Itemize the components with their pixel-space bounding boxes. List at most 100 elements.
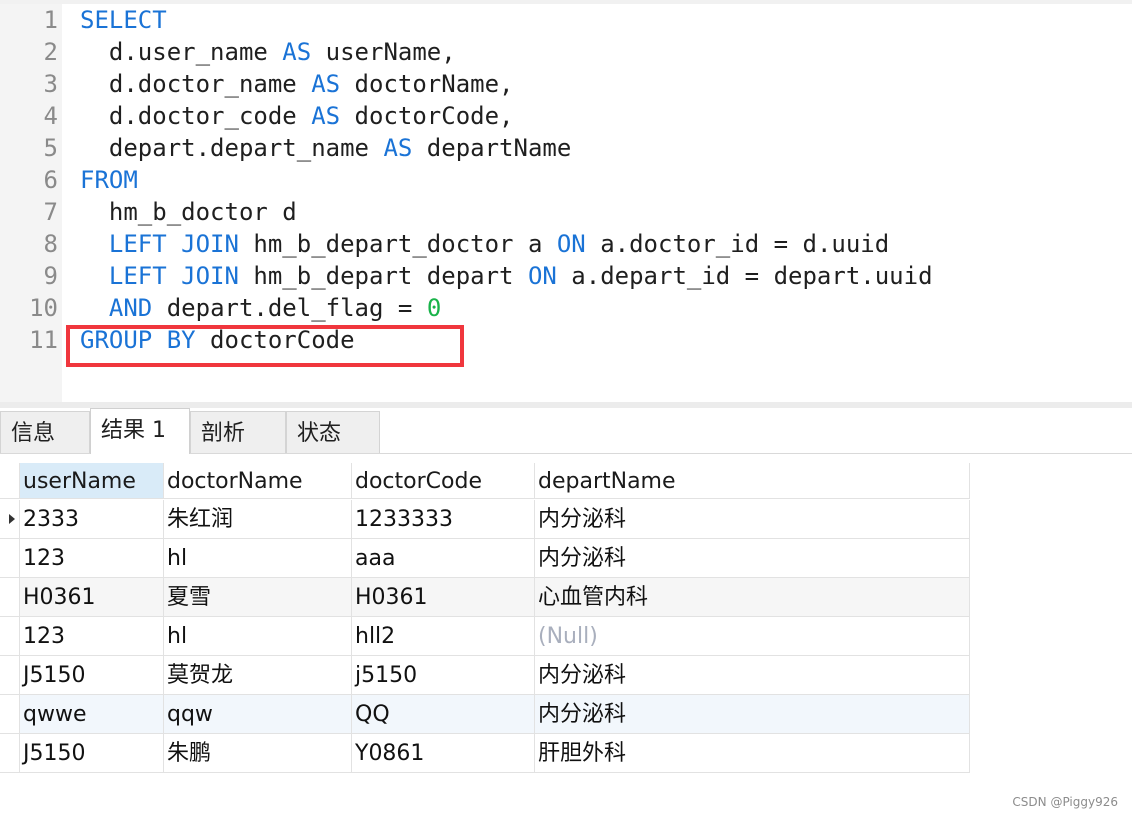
cell-userName[interactable]: H0361	[20, 578, 164, 617]
line-number: 7	[43, 198, 58, 226]
row-indicator[interactable]	[0, 500, 20, 539]
code-line[interactable]: 5 depart.depart_name AS departName	[0, 132, 1132, 164]
code-text: d.user_name AS userName,	[80, 36, 456, 68]
code-line[interactable]: 3 d.doctor_name AS doctorName,	[0, 68, 1132, 100]
code-line[interactable]: 6 FROM	[0, 164, 1132, 196]
cell-doctorCode[interactable]: Y0861	[352, 734, 535, 773]
cell-doctorName[interactable]: hl	[164, 539, 352, 578]
table-row[interactable]: J5150 莫贺龙 j5150 内分泌科	[0, 656, 970, 695]
cell-departName[interactable]: 内分泌科	[535, 500, 970, 539]
cell-doctorCode[interactable]: QQ	[352, 695, 535, 734]
code-line[interactable]: 2 d.user_name AS userName,	[0, 36, 1132, 68]
current-row-arrow-icon	[9, 514, 15, 524]
sql-token: d.doctor_code	[80, 102, 312, 130]
sql-token: userName,	[311, 38, 456, 66]
line-number: 8	[43, 230, 58, 258]
cell-doctorName[interactable]: 朱鹏	[164, 734, 352, 773]
code-text: depart.depart_name AS departName	[80, 132, 571, 164]
tab-result-1[interactable]: 结果 1	[90, 408, 190, 454]
table-row[interactable]: J5150 朱鹏 Y0861 肝胆外科	[0, 734, 970, 773]
grid-header-row: userName doctorName doctorCode departName	[0, 463, 970, 502]
table-row[interactable]: 123 hl hll2 (Null)	[0, 617, 970, 656]
cell-doctorName[interactable]: hl	[164, 617, 352, 656]
code-line[interactable]: 4 d.doctor_code AS doctorCode,	[0, 100, 1132, 132]
table-row[interactable]: 123 hl aaa 内分泌科	[0, 539, 970, 578]
tab-status[interactable]: 状态	[286, 411, 380, 453]
cell-doctorName[interactable]: qqw	[164, 695, 352, 734]
column-header-departName[interactable]: departName	[535, 463, 970, 499]
code-text: FROM	[80, 164, 138, 196]
cell-doctorCode[interactable]: H0361	[352, 578, 535, 617]
cell-departName[interactable]: 内分泌科	[535, 695, 970, 734]
line-number: 4	[43, 102, 58, 130]
sql-token: a.doctor_id = d.uuid	[585, 230, 890, 258]
cell-userName[interactable]: J5150	[20, 656, 164, 695]
sql-keyword: LEFT JOIN	[108, 262, 239, 290]
cell-departName[interactable]: (Null)	[535, 617, 970, 656]
row-indicator[interactable]	[0, 734, 20, 773]
code-text: AND depart.del_flag = 0	[80, 292, 441, 324]
line-number: 11	[29, 326, 58, 354]
line-number: 5	[43, 134, 58, 162]
sql-keyword: ON	[527, 262, 557, 290]
table-row[interactable]: H0361 夏雪 H0361 心血管内科	[0, 578, 970, 617]
tab-profile[interactable]: 剖析	[190, 411, 286, 453]
table-row[interactable]: qwwe qqw QQ 内分泌科	[0, 695, 970, 734]
code-line[interactable]: 1 SELECT	[0, 4, 1132, 36]
row-indicator[interactable]	[0, 578, 20, 617]
cell-departName[interactable]: 肝胆外科	[535, 734, 970, 773]
sql-token: a.depart_id = depart.uuid	[556, 262, 933, 290]
cell-userName[interactable]: 123	[20, 617, 164, 656]
sql-editor[interactable]: 1 SELECT 2 d.user_name AS userName, 3 d.doc…	[0, 0, 1132, 402]
cell-doctorCode[interactable]: hll2	[352, 617, 535, 656]
null-value: (Null)	[538, 624, 598, 649]
cell-departName[interactable]: 心血管内科	[535, 578, 970, 617]
cell-doctorName[interactable]: 莫贺龙	[164, 656, 352, 695]
code-line[interactable]: 10 AND depart.del_flag = 0	[0, 292, 1132, 324]
cell-doctorCode[interactable]: aaa	[352, 539, 535, 578]
row-indicator[interactable]	[0, 695, 20, 734]
code-area[interactable]: 1 SELECT 2 d.user_name AS userName, 3 d.doc…	[0, 4, 1132, 356]
header-indicator-cell	[0, 463, 20, 499]
sql-token: doctorName,	[340, 70, 514, 98]
sql-keyword: AS	[383, 134, 413, 162]
sql-keyword: LEFT JOIN	[108, 230, 239, 258]
table-row[interactable]: 2333 朱红润 1233333 内分泌科	[0, 500, 970, 539]
code-text: d.doctor_code AS doctorCode,	[80, 100, 514, 132]
line-number: 2	[43, 38, 58, 66]
column-header-doctorCode[interactable]: doctorCode	[352, 463, 535, 499]
cell-doctorName[interactable]: 朱红润	[164, 500, 352, 539]
cell-userName[interactable]: J5150	[20, 734, 164, 773]
column-header-userName[interactable]: userName	[20, 463, 164, 499]
column-header-doctorName[interactable]: doctorName	[164, 463, 352, 499]
line-number: 6	[43, 166, 58, 194]
row-indicator[interactable]	[0, 617, 20, 656]
result-tabbar: 信息 结果 1 剖析 状态	[0, 408, 1132, 454]
code-text: LEFT JOIN hm_b_depart depart ON a.depart…	[80, 260, 933, 292]
line-number: 3	[43, 70, 58, 98]
sql-keyword: AS	[311, 102, 341, 130]
cell-doctorCode[interactable]: 1233333	[352, 500, 535, 539]
watermark: CSDN @Piggy926	[1012, 795, 1118, 809]
tab-info[interactable]: 信息	[0, 411, 90, 453]
sql-keyword: AS	[311, 70, 341, 98]
row-indicator[interactable]	[0, 656, 20, 695]
code-line[interactable]: 9 LEFT JOIN hm_b_depart depart ON a.depa…	[0, 260, 1132, 292]
cell-departName[interactable]: 内分泌科	[535, 656, 970, 695]
cell-doctorName[interactable]: 夏雪	[164, 578, 352, 617]
sql-token: d.doctor_name	[80, 70, 312, 98]
cell-userName[interactable]: qwwe	[20, 695, 164, 734]
sql-keyword: FROM	[80, 166, 138, 194]
code-line[interactable]: 8 LEFT JOIN hm_b_depart_doctor a ON a.do…	[0, 228, 1132, 260]
sql-token: depart.del_flag =	[152, 294, 427, 322]
cell-doctorCode[interactable]: j5150	[352, 656, 535, 695]
cell-departName[interactable]: 内分泌科	[535, 539, 970, 578]
code-line[interactable]: 7 hm_b_doctor d	[0, 196, 1132, 228]
cell-userName[interactable]: 2333	[20, 500, 164, 539]
line-number: 1	[43, 6, 58, 34]
cell-userName[interactable]: 123	[20, 539, 164, 578]
row-indicator[interactable]	[0, 539, 20, 578]
